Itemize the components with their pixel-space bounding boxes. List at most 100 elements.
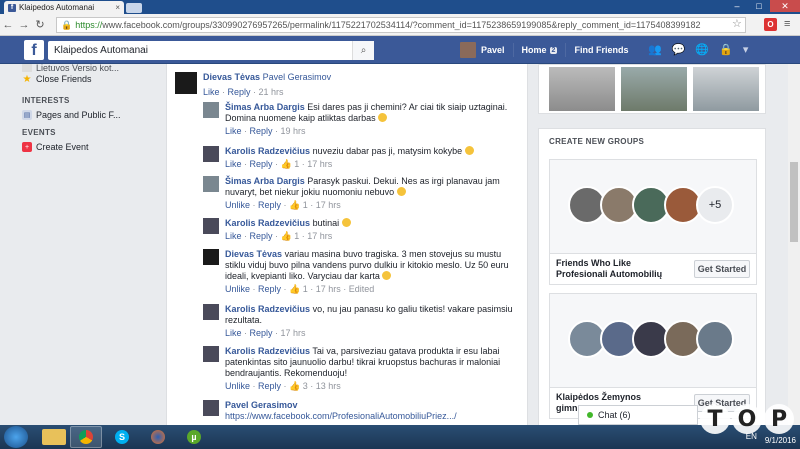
- like-count[interactable]: 1: [294, 231, 299, 241]
- reply-comment: Karolis Radzevičius butinai Like · Reply…: [203, 218, 513, 242]
- like-count[interactable]: 1: [303, 284, 308, 294]
- close-tab-icon[interactable]: ×: [115, 3, 120, 12]
- avatar[interactable]: [203, 304, 219, 320]
- minimize-icon[interactable]: –: [726, 0, 748, 12]
- avatar[interactable]: [203, 146, 219, 162]
- unlike-link[interactable]: Unlike: [225, 381, 250, 391]
- windows-taskbar: S µ EN 9/1/2016: [0, 425, 800, 449]
- browser-menu-icon[interactable]: ≡: [784, 18, 790, 30]
- profile-link[interactable]: Pavel: [481, 45, 505, 55]
- edited-label[interactable]: Edited: [349, 284, 375, 294]
- privacy-shortcuts-icon[interactable]: 🔒: [719, 43, 733, 56]
- skype-icon[interactable]: S: [106, 426, 138, 448]
- left-sidebar: Lietuvos Versio kot... ★ Close Friends I…: [22, 64, 154, 154]
- url-input[interactable]: 🔒 https:// www.facebook.com/groups/33099…: [56, 17, 746, 33]
- reply-link[interactable]: Reply: [228, 87, 251, 97]
- notifications-icon[interactable]: 🌐: [695, 43, 709, 56]
- unlike-link[interactable]: Unlike: [225, 200, 250, 210]
- explorer-icon[interactable]: [42, 429, 66, 445]
- like-link[interactable]: Like: [225, 126, 242, 136]
- sidebar-item-close-friends[interactable]: ★ Close Friends: [22, 72, 154, 86]
- comment-time: 17 hrs: [307, 231, 333, 241]
- reply-comment: Karolis Radzevičius vo, nu jau panasu ko…: [203, 304, 513, 339]
- scrollbar-thumb[interactable]: [790, 162, 798, 242]
- reply-link[interactable]: Reply: [258, 284, 281, 294]
- comment-author[interactable]: Šimas Arba Dargis: [225, 176, 305, 186]
- comment-author[interactable]: Karolis Radzevičius: [225, 304, 310, 314]
- firefox-icon[interactable]: [142, 426, 174, 448]
- comment-thread: Dievas Tėvas Pavel Gerasimov Like · Repl…: [166, 64, 528, 426]
- comment-author[interactable]: Šimas Arba Dargis: [225, 102, 305, 112]
- pages-feed-icon: ▤: [22, 110, 32, 120]
- avatar[interactable]: [203, 249, 219, 265]
- utorrent-icon[interactable]: µ: [178, 426, 210, 448]
- like-link[interactable]: Like: [225, 231, 242, 241]
- get-started-button[interactable]: Get Started: [694, 260, 750, 278]
- like-count[interactable]: 1: [303, 200, 308, 210]
- reply-link[interactable]: Reply: [250, 159, 273, 169]
- avatar[interactable]: [175, 72, 197, 94]
- create-groups-header: CREATE NEW GROUPS: [549, 137, 645, 146]
- forward-icon[interactable]: →: [16, 19, 32, 31]
- shared-link[interactable]: https://www.facebook.com/ProfesionaliAut…: [225, 411, 457, 422]
- thumbs-up-icon: 👍: [289, 381, 301, 391]
- comment-author[interactable]: Karolis Radzevičius: [225, 346, 310, 356]
- tagged-user[interactable]: Pavel Gerasimov: [263, 72, 332, 82]
- chrome-icon[interactable]: [70, 426, 102, 448]
- browser-tab[interactable]: f Klaipedos Automanai ×: [4, 1, 124, 14]
- reply-link[interactable]: Reply: [250, 126, 273, 136]
- extension-icon[interactable]: O: [764, 18, 777, 31]
- comment-author[interactable]: Dievas Tėvas: [203, 72, 260, 82]
- sidebar-item-lietuvos[interactable]: Lietuvos Versio kot...: [22, 64, 154, 72]
- more-members-count: +5: [696, 186, 734, 224]
- lock-icon: 🔒: [61, 19, 73, 30]
- new-tab-button[interactable]: [126, 3, 142, 13]
- like-link[interactable]: Like: [225, 159, 242, 169]
- reply-comment: Karolis Radzevičius Tai va, parsiveziau …: [203, 346, 513, 392]
- reply-link[interactable]: Reply: [258, 381, 281, 391]
- photo-thumbnail[interactable]: [549, 67, 615, 111]
- comment-author[interactable]: Pavel Gerasimov: [225, 400, 298, 410]
- search-icon[interactable]: ⌕: [352, 41, 374, 60]
- start-button-icon[interactable]: [4, 426, 28, 448]
- avatar[interactable]: [203, 102, 219, 118]
- facebook-logo-icon[interactable]: f: [24, 40, 44, 60]
- like-link[interactable]: Like: [203, 87, 220, 97]
- suggested-group-card: +5 Friends Who Like Profesionali Automob…: [549, 159, 757, 285]
- unlike-link[interactable]: Unlike: [225, 284, 250, 294]
- clock-date[interactable]: 9/1/2016: [765, 436, 796, 445]
- page-scrollbar[interactable]: [788, 64, 800, 425]
- avatar[interactable]: [460, 42, 476, 58]
- window-close-icon[interactable]: ✕: [770, 0, 800, 12]
- home-link[interactable]: Home: [522, 45, 547, 55]
- like-count[interactable]: 1: [294, 159, 299, 169]
- chat-tab[interactable]: Chat (6): [578, 405, 698, 425]
- sidebar-item-create-event[interactable]: + Create Event: [22, 140, 154, 154]
- reply-link[interactable]: Reply: [250, 231, 273, 241]
- sidebar-item-pages-public[interactable]: ▤ Pages and Public F...: [22, 108, 154, 122]
- reload-icon[interactable]: ↻: [32, 18, 48, 31]
- reply-link[interactable]: Reply: [250, 328, 273, 338]
- avatar[interactable]: [203, 400, 219, 416]
- maximize-icon[interactable]: □: [748, 0, 770, 12]
- back-icon[interactable]: ←: [0, 19, 16, 31]
- bookmark-star-icon[interactable]: ☆: [732, 17, 742, 30]
- friend-requests-icon[interactable]: 👥: [648, 43, 662, 56]
- comment-author[interactable]: Karolis Radzevičius: [225, 146, 310, 156]
- photo-thumbnail[interactable]: [621, 67, 687, 111]
- account-menu-chevron-down-icon[interactable]: ▾: [743, 43, 749, 56]
- avatar[interactable]: [203, 176, 219, 192]
- reply-link[interactable]: Reply: [258, 200, 281, 210]
- group-name[interactable]: Friends Who Like Profesionali Automobili…: [556, 258, 662, 280]
- search-input[interactable]: Klaipedos Automanai ⌕: [48, 41, 374, 60]
- find-friends-link[interactable]: Find Friends: [574, 45, 628, 55]
- comment-author[interactable]: Dievas Tėvas: [225, 249, 282, 259]
- photo-thumbnail[interactable]: [693, 67, 759, 111]
- like-count[interactable]: 3: [303, 381, 308, 391]
- avatar[interactable]: [203, 346, 219, 362]
- like-link[interactable]: Like: [225, 328, 242, 338]
- messages-icon[interactable]: 💬: [672, 43, 686, 56]
- avatar[interactable]: [203, 218, 219, 234]
- facebook-favicon-icon: f: [8, 3, 16, 12]
- comment-author[interactable]: Karolis Radzevičius: [225, 218, 310, 228]
